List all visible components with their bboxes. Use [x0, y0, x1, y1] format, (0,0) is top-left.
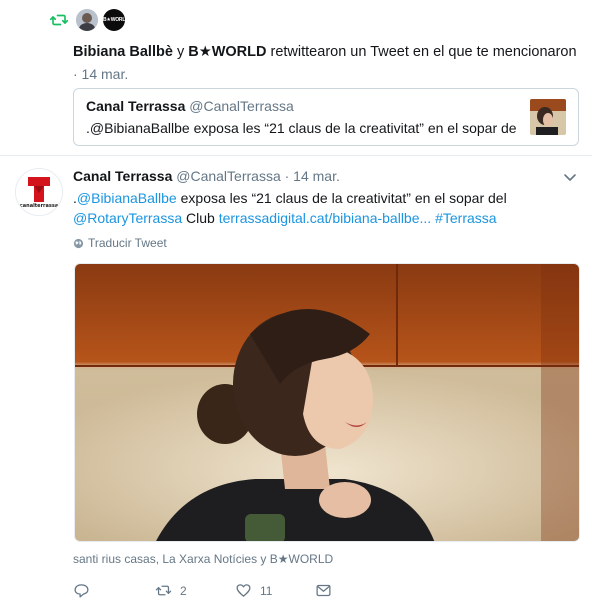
tweet-url-link[interactable]: terrassadigital.cat/bibiana-ballbe... — [219, 210, 431, 226]
retweet-action-icon — [155, 585, 172, 596]
mention-rotary[interactable]: @RotaryTerrassa — [73, 210, 182, 226]
like-count: 11 — [260, 583, 273, 598]
avatar-canal-terrassa[interactable]: canalterrassa — [15, 168, 63, 216]
tweet-actions: 2 11 — [73, 582, 493, 602]
like-button[interactable]: 11 — [235, 582, 272, 599]
mention-bibiana[interactable]: @BibianaBallbe — [77, 190, 177, 206]
tweet-header: Canal Terrassa @CanalTerrassa · 14 mar. — [73, 168, 340, 184]
tweet-photo[interactable] — [74, 263, 580, 542]
user-link-bibiana[interactable]: Bibiana Ballbè — [73, 44, 173, 60]
translate-tweet[interactable]: Traducir Tweet — [73, 236, 167, 250]
avatar-bworld[interactable]: B★WORLD — [103, 9, 125, 31]
tweet-text: .@BibianaBallbe exposa les “21 claus de … — [73, 190, 507, 226]
quoted-name: Canal Terrassa — [86, 98, 186, 114]
reply-button[interactable] — [73, 582, 98, 599]
globe-icon — [73, 238, 84, 248]
quoted-handle: @CanalTerrassa — [189, 98, 294, 114]
notification-text: Bibiana Ballbè y B★WORLD retwittearon un… — [73, 44, 577, 60]
user-link-bworld[interactable]: B★WORLD — [188, 44, 266, 60]
heart-icon — [236, 584, 251, 597]
avatar-brand-text: canalterrassa — [20, 203, 58, 209]
direct-message-button[interactable] — [315, 582, 332, 599]
tweet-author-name[interactable]: Canal Terrassa — [73, 168, 172, 184]
retweet-icon — [50, 14, 68, 26]
envelope-icon — [316, 584, 331, 597]
reply-icon — [74, 584, 89, 598]
hashtag-terrassa[interactable]: #Terrassa — [435, 210, 496, 226]
quoted-thumbnail — [530, 99, 566, 135]
chevron-down-icon[interactable] — [563, 170, 577, 184]
quoted-tweet[interactable]: Canal Terrassa @CanalTerrassa .@BibianaB… — [73, 88, 579, 146]
tweet-time[interactable]: · 14 mar. — [285, 168, 340, 184]
avatar-bibiana[interactable] — [76, 9, 98, 31]
notification-time[interactable]: · 14 mar. — [73, 66, 128, 82]
tweet-author-handle[interactable]: @CanalTerrassa — [176, 168, 280, 184]
quoted-text: .@BibianaBallbe exposa les “21 claus de … — [86, 120, 516, 136]
quoted-author: Canal Terrassa @CanalTerrassa — [86, 98, 294, 114]
retweet-count: 2 — [180, 583, 187, 598]
liked-by[interactable]: santi rius casas, La Xarxa Notícies y B★… — [73, 552, 333, 566]
retweet-notification[interactable]: B★WORLD Bibiana Ballbè y B★WORLD retwitt… — [0, 0, 592, 156]
translate-label: Traducir Tweet — [88, 236, 167, 250]
retweet-button[interactable]: 2 — [155, 582, 187, 599]
